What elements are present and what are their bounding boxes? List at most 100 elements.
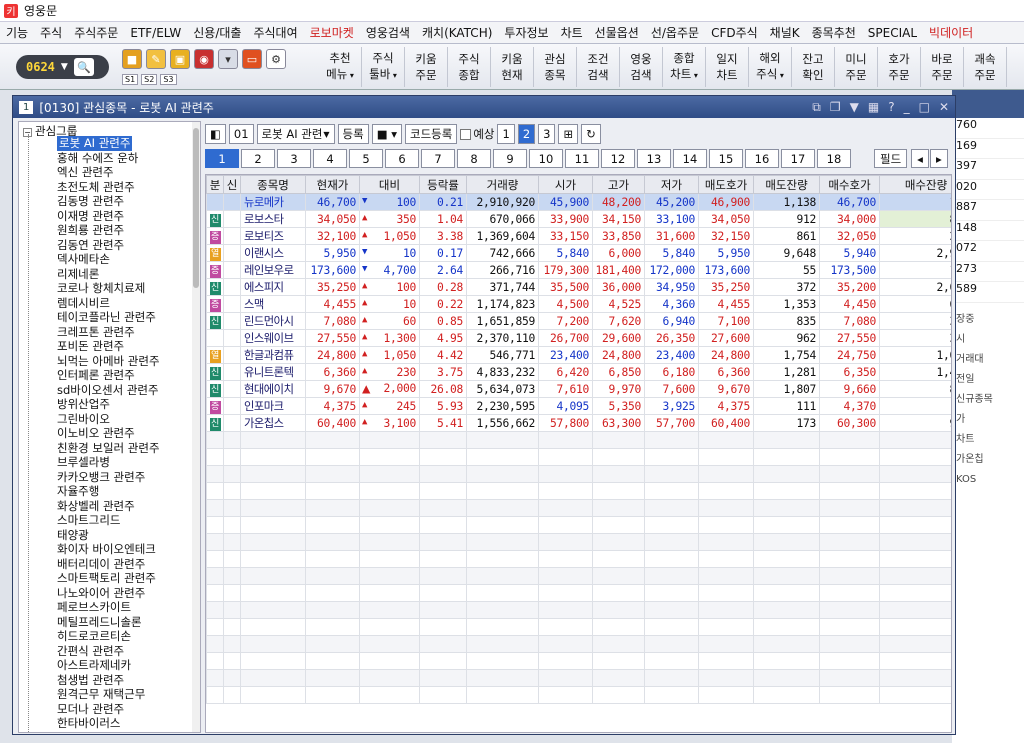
quick-button[interactable]: 키움 현재 [491, 47, 534, 87]
tree-item[interactable]: 이노비오 관련주 [57, 426, 197, 441]
close-icon[interactable]: ✕ [939, 100, 949, 115]
export-icon[interactable]: ⊞ [558, 124, 579, 144]
table-row[interactable]: 신 로보스타 34,050 ▲ 350 1.04 670,066 33,900 34,150 33… [206, 210, 951, 228]
stock-name[interactable]: 뉴로메카 [240, 193, 306, 211]
prev-icon[interactable]: ◂ [911, 149, 929, 168]
group-tab[interactable]: 8 [457, 149, 491, 168]
help-icon[interactable]: ? [888, 100, 894, 115]
tree-item[interactable]: 스마트그리드 [57, 513, 197, 528]
column-header[interactable]: 고가 [592, 175, 645, 194]
search-icon[interactable]: 🔍 [73, 58, 94, 76]
tree-item[interactable]: 리제네론 [57, 267, 197, 282]
quick-button[interactable]: 관심 종목 [534, 47, 577, 87]
save-icon[interactable]: ■ [122, 49, 142, 69]
stock-name[interactable]: 레인보우로 [240, 261, 306, 279]
menu-item[interactable]: 빅데이터 [923, 24, 979, 41]
menu-item[interactable]: 주식 [34, 24, 68, 41]
window-icon[interactable]: ▾ [218, 49, 238, 69]
tree-item[interactable]: 카카오뱅크 관련주 [57, 470, 197, 485]
screen-slot-1[interactable]: S1 [122, 74, 139, 85]
stock-name[interactable]: 인스웨이브 [240, 329, 306, 347]
table-row[interactable]: 신 린드먼아시 7,080 ▲ 60 0.85 1,651,859 7,200 7,620 6,9… [206, 312, 951, 330]
column-header[interactable]: 대비 [359, 175, 420, 194]
tree-item[interactable]: 화상벨레 관련주 [57, 499, 197, 514]
table-row[interactable]: 열 이랜시스 5,950 ▼ 10 0.17 742,666 5,840 6,000 5,840 5… [206, 244, 951, 262]
group-tab[interactable]: 7 [421, 149, 455, 168]
tree-scrollbar[interactable] [192, 122, 200, 732]
quick-button[interactable]: 키움 주문 [405, 47, 448, 87]
monitor-icon[interactable]: ▭ [242, 49, 262, 69]
menu-item[interactable]: 종목추천 [806, 24, 862, 41]
camera-icon[interactable]: ◉ [194, 49, 214, 69]
quick-button[interactable]: 해외 주식 [749, 47, 792, 87]
stock-name[interactable]: 스맥 [240, 295, 306, 313]
menu-item[interactable]: 영웅검색 [360, 24, 416, 41]
table-row[interactable]: 증 레인보우로 173,600 ▼ 4,700 2.64 266,716 179,300 181… [206, 261, 951, 279]
quick-button[interactable]: 종합 차트 [663, 47, 706, 87]
screen-slot-2[interactable]: S2 [141, 74, 158, 85]
group-tab[interactable]: 9 [493, 149, 527, 168]
column-header[interactable]: 거래량 [466, 175, 539, 194]
tree-item[interactable]: 인터페론 관련주 [57, 368, 197, 383]
quick-button[interactable]: 괘속 주문 [964, 47, 1007, 87]
menu-item[interactable]: SPECIAL [862, 26, 923, 40]
tree-item[interactable]: 원격근무 재택근무 [57, 687, 197, 702]
table-row[interactable]: 신 에스피지 35,250 ▲ 100 0.28 371,744 35,500 36,000 34… [206, 278, 951, 296]
column-header[interactable]: 매도잔량 [753, 175, 820, 194]
tree-item[interactable]: 아스트라제네카 [57, 658, 197, 673]
copy-icon[interactable]: ❐ [830, 100, 841, 115]
column-header[interactable]: 매수호가 [819, 175, 880, 194]
column-header[interactable]: 현재가 [305, 175, 360, 194]
refresh-icon[interactable]: ↻ [581, 124, 601, 144]
stock-name[interactable]: 로보티즈 [240, 227, 306, 245]
quick-button[interactable]: 추천 메뉴 [319, 47, 362, 87]
column-header[interactable]: 저가 [644, 175, 699, 194]
tree-item[interactable]: 자율주행 [57, 484, 197, 499]
column-header[interactable]: 분 [206, 175, 224, 194]
code-register-button[interactable]: 코드등록 [404, 124, 458, 144]
window-icon[interactable]: ◧ [205, 124, 226, 144]
tree-item[interactable]: sd바이오센서 관련주 [57, 383, 197, 398]
tree-item[interactable]: 이재명 관련주 [57, 209, 197, 224]
tree-item[interactable]: 친환경 보일러 관련주 [57, 441, 197, 456]
tree-item[interactable]: 간편식 관련주 [57, 644, 197, 659]
page-1-button[interactable]: 1 [497, 124, 515, 144]
stock-name[interactable]: 현대에이치 [240, 380, 306, 398]
stock-name[interactable]: 유니트론텍 [240, 363, 306, 381]
column-header[interactable]: 종목명 [240, 175, 306, 194]
tree-item[interactable]: 홍해 수에즈 운하 [57, 151, 197, 166]
menu-item[interactable]: 주식대여 [247, 24, 303, 41]
menu-item[interactable]: ETF/ELW [124, 26, 187, 40]
menu-item[interactable]: CFD주식 [705, 24, 764, 41]
lock-icon[interactable]: ▣ [170, 49, 190, 69]
tree-item[interactable]: 메틸프레드니솔론 [57, 615, 197, 630]
stock-name[interactable]: 로보스타 [240, 210, 306, 228]
menu-item[interactable]: 선/옵주문 [645, 24, 705, 41]
chevron-down-icon[interactable]: ▼ [323, 130, 329, 139]
tree-item[interactable]: 모더나 관련주 [57, 702, 197, 717]
chevron-down-icon[interactable]: ▼ [61, 62, 68, 72]
collapse-icon[interactable]: − [23, 128, 32, 137]
group-tab[interactable]: 16 [745, 149, 779, 168]
tree-item[interactable]: 한타바이러스 [57, 716, 197, 731]
tree-item[interactable]: 김동명 관련주 [57, 194, 197, 209]
tree-item[interactable]: 혈장치료제 관련주 [57, 731, 197, 733]
expect-checkbox[interactable]: 예상 [460, 124, 494, 144]
tree-item[interactable]: 초전도체 관련주 [57, 180, 197, 195]
quick-button[interactable]: 일지 차트 [706, 47, 749, 87]
tree-item[interactable]: 크레프톤 관련주 [57, 325, 197, 340]
group-tab[interactable]: 17 [781, 149, 815, 168]
tree-item[interactable]: 로봇 AI 관련주 [57, 136, 197, 151]
tree-item[interactable]: 방위산업주 [57, 397, 197, 412]
column-header[interactable]: 등락률 [419, 175, 467, 194]
group-tab[interactable]: 18 [817, 149, 851, 168]
table-row[interactable]: 인스웨이브 27,550 ▲ 1,300 4.95 2,370,110 26,700 29,6… [206, 329, 951, 347]
tree-item[interactable]: 덱사메타손 [57, 252, 197, 267]
field-button[interactable]: 필드 [874, 149, 908, 168]
stock-name[interactable]: 인포마크 [240, 397, 306, 415]
scroll-thumb[interactable] [193, 128, 199, 288]
menu-item[interactable]: 로보마켓 [304, 24, 360, 41]
menu-item[interactable]: 신용/대출 [187, 24, 247, 41]
tree-item[interactable]: 페로브스카이트 [57, 600, 197, 615]
group-tab[interactable]: 3 [277, 149, 311, 168]
